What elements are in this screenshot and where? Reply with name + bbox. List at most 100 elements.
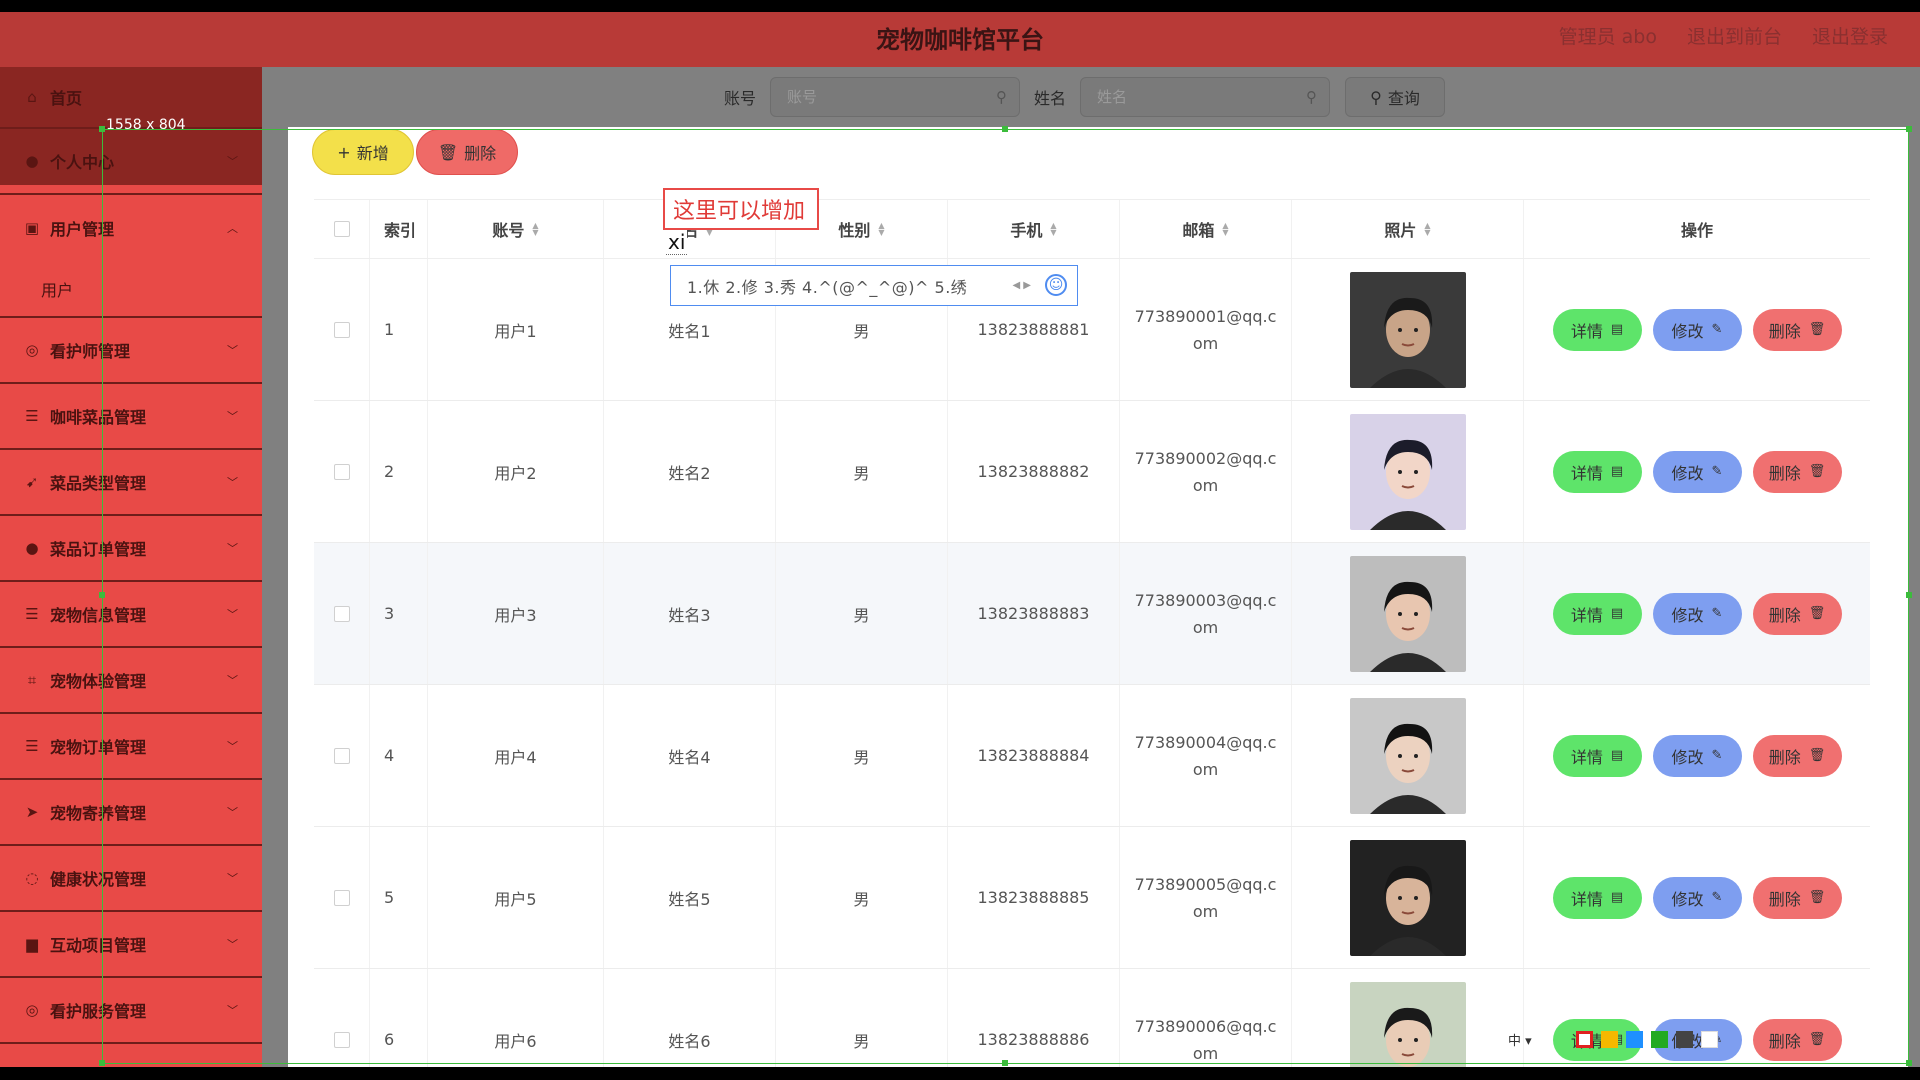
color-swatch-yellow[interactable] — [1600, 1031, 1618, 1048]
name-search-field: 姓名 ⚲ — [1034, 77, 1331, 117]
account-input[interactable] — [771, 78, 1020, 116]
header-label: 账号 — [492, 221, 525, 240]
detail-button[interactable]: 详情 ▤ — [1552, 450, 1642, 493]
sidebar-item-label: 首页 — [50, 89, 83, 108]
language-toggle[interactable]: 中 ▾ — [1508, 1030, 1532, 1049]
edit-button[interactable]: 修改 ✎ — [1652, 450, 1742, 493]
user-photo[interactable] — [1349, 981, 1466, 1067]
capture-handle[interactable] — [99, 126, 105, 132]
header-phone[interactable]: 手机 ▲ ▼ — [948, 200, 1120, 258]
page-arrows-icon[interactable]: ◀ ▶ — [1012, 280, 1031, 291]
cell-account: 用户1 — [428, 259, 604, 400]
row-checkbox[interactable] — [333, 605, 350, 622]
emoji-icon[interactable]: ☺ — [1045, 274, 1067, 296]
detail-button[interactable]: 详情 ▤ — [1552, 592, 1642, 635]
user-photo[interactable] — [1349, 839, 1466, 956]
delete-label: 删除 — [1768, 747, 1801, 767]
edit-button[interactable]: 修改 ✎ — [1652, 308, 1742, 351]
color-swatch-blue[interactable] — [1625, 1031, 1643, 1048]
capture-handle[interactable] — [1906, 126, 1912, 132]
sidebar-subitem-user[interactable]: 用户 — [0, 261, 262, 318]
delete-button[interactable]: 删除 🗑 — [1752, 734, 1842, 777]
user-photo[interactable] — [1349, 697, 1466, 814]
row-checkbox[interactable] — [333, 1031, 350, 1048]
search-icon: ⚲ — [1370, 87, 1382, 107]
sidebar-item-label: 用户 — [41, 280, 74, 300]
capture-handle[interactable] — [1002, 1060, 1008, 1066]
sidebar-item-coffee-dish[interactable]: ☰ 咖啡菜品管理 ﹀ — [0, 384, 262, 450]
sidebar-item-interactive-project[interactable]: ▆ 互动项目管理 ﹀ — [0, 912, 262, 978]
pencil-icon: ✎ — [1711, 464, 1723, 479]
header-account[interactable]: 账号 ▲ ▼ — [428, 200, 604, 258]
edit-button[interactable]: 修改 ✎ — [1652, 592, 1742, 635]
user-photo[interactable] — [1349, 555, 1466, 672]
ime-candidates[interactable]: 1.休 2.修 3.秀 4.^(@^_^@)^ 5.绣 — [687, 274, 967, 298]
row-checkbox[interactable] — [333, 321, 350, 338]
detail-label: 详情 — [1570, 321, 1603, 341]
sidebar-item-pet-info[interactable]: ☰ 宠物信息管理 ﹀ — [0, 582, 262, 648]
header-photo[interactable]: 照片 ▲ ▼ — [1292, 200, 1524, 258]
capture-handle[interactable] — [1906, 1060, 1912, 1066]
app-page: 宠物咖啡馆平台 管理员 abo 退出到前台 退出登录 ⌂ 首页 ● 个人中心 ﹀… — [0, 12, 1920, 1067]
color-swatch-dark[interactable] — [1675, 1031, 1693, 1048]
color-swatch-green[interactable] — [1650, 1031, 1668, 1048]
service-icon: ◎ — [25, 1001, 39, 1019]
delete-button[interactable]: 删除 🗑 — [1752, 876, 1842, 919]
detail-button[interactable]: 详情 ▤ — [1552, 876, 1642, 919]
sidebar-item-care-service[interactable]: ◎ 看护服务管理 ﹀ — [0, 978, 262, 1044]
ime-candidate-bar[interactable]: 1.休 2.修 3.秀 4.^(@^_^@)^ 5.绣 ◀ ▶ ☺ — [670, 265, 1078, 306]
delete-button[interactable]: 删除 🗑 — [1752, 308, 1842, 351]
table-row: 6用户6姓名6男13823888886773890006@qq.com详情▤修改… — [314, 969, 1870, 1067]
delete-button[interactable]: 删除 🗑 — [1752, 592, 1842, 635]
capture-handle[interactable] — [99, 1060, 105, 1066]
name-input[interactable] — [1081, 78, 1330, 116]
batch-delete-button[interactable]: 🗑 删除 — [416, 129, 518, 175]
user-photo[interactable] — [1349, 271, 1466, 388]
sidebar-item-label: 用户管理 — [50, 220, 115, 239]
sidebar-item-pet-boarding[interactable]: ➤ 宠物寄养管理 ﹀ — [0, 780, 262, 846]
row-checkbox[interactable] — [333, 889, 350, 906]
cell-index: 4 — [370, 685, 428, 826]
select-all-checkbox[interactable] — [333, 221, 350, 237]
pencil-icon: ✎ — [1711, 606, 1723, 621]
home-icon: ⌂ — [27, 88, 37, 106]
logout-link[interactable]: 退出登录 — [1812, 22, 1888, 49]
edit-button[interactable]: 修改 ✎ — [1652, 876, 1742, 919]
sidebar-item-pet-experience[interactable]: ⌗ 宠物体验管理 ﹀ — [0, 648, 262, 714]
sidebar-item-personal-center[interactable]: ● 个人中心 ﹀ — [0, 129, 262, 195]
sidebar-item-user-management[interactable]: ▣ 用户管理 ︿ — [0, 195, 262, 261]
row-checkbox[interactable] — [333, 747, 350, 764]
delete-button[interactable]: 删除 🗑 — [1752, 450, 1842, 493]
detail-button[interactable]: 详情 ▤ — [1552, 308, 1642, 351]
table-row: 3 用户3 姓名3 男 13823888883 773890003@qq.com 详情 ▤ 修改… — [314, 543, 1870, 685]
cell-gender: 男 — [776, 969, 948, 1067]
text-annotation-box[interactable]: 这里可以增加 — [663, 188, 819, 230]
account-input-wrap: ⚲ — [770, 77, 1021, 117]
user-photo[interactable] — [1349, 413, 1466, 530]
sidebar-item-pet-order[interactable]: ☰ 宠物订单管理 ﹀ — [0, 714, 262, 780]
color-swatch-red[interactable] — [1575, 1031, 1593, 1048]
row-checkbox[interactable] — [333, 463, 350, 480]
cell-index: 6 — [370, 969, 428, 1067]
sidebar-item-dish-order[interactable]: ● 菜品订单管理 ﹀ — [0, 516, 262, 582]
capture-handle[interactable] — [99, 592, 105, 598]
chevron-down-icon: ﹀ — [227, 674, 238, 687]
header-actions: 操作 — [1680, 221, 1713, 240]
header-email[interactable]: 邮箱 ▲ ▼ — [1120, 200, 1292, 258]
top-bar: 宠物咖啡馆平台 管理员 abo 退出到前台 退出登录 — [0, 12, 1920, 67]
back-to-frontend-link[interactable]: 退出到前台 — [1687, 22, 1782, 49]
sidebar-item-nurse-management[interactable]: ◎ 看护师管理 ﹀ — [0, 318, 262, 384]
sidebar-item-health-status[interactable]: ◌ 健康状况管理 ﹀ — [0, 846, 262, 912]
sidebar-item-dish-type[interactable]: ➹ 菜品类型管理 ﹀ — [0, 450, 262, 516]
delete-button[interactable]: 删除 🗑 — [1752, 1018, 1842, 1061]
capture-handle[interactable] — [1906, 592, 1912, 598]
sidebar-item-label: 宠物寄养管理 — [50, 804, 147, 823]
query-button[interactable]: ⚲ 查询 — [1345, 77, 1445, 117]
capture-handle[interactable] — [1002, 126, 1008, 132]
add-button[interactable]: + 新增 — [312, 129, 414, 175]
trash-icon: 🗑 — [1808, 1032, 1826, 1047]
list-icon: ☰ — [25, 407, 39, 425]
edit-button[interactable]: 修改 ✎ — [1652, 734, 1742, 777]
detail-button[interactable]: 详情 ▤ — [1552, 734, 1642, 777]
color-swatch-white[interactable] — [1700, 1031, 1718, 1048]
